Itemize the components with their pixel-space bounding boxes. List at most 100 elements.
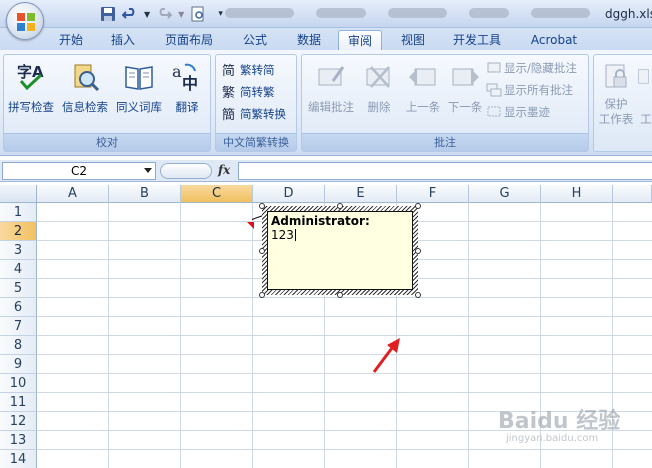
next-comment-button[interactable]: 下一条 (438, 59, 492, 119)
tab-home[interactable]: 开始 (52, 30, 90, 50)
resize-handle-right[interactable] (415, 248, 421, 254)
formula-input[interactable] (238, 162, 652, 180)
row-header-5[interactable]: 5 (0, 279, 37, 298)
comment-box[interactable]: Administrator: 123 (267, 211, 413, 290)
column-header-partial[interactable] (613, 185, 652, 203)
convert-icon: 簡 (222, 108, 235, 122)
column-header-e[interactable]: E (325, 185, 397, 203)
show-all-comments-icon (486, 83, 502, 97)
row-header-12[interactable]: 12 (0, 412, 37, 431)
tab-data[interactable]: 数据 (290, 30, 328, 50)
column-header-d[interactable]: D (253, 185, 325, 203)
print-preview-icon[interactable] (190, 6, 206, 22)
protect-workbook-button[interactable]: 工 (636, 59, 652, 126)
protect-label-line1: 保护 (604, 97, 628, 111)
svg-text:簡: 簡 (222, 108, 235, 122)
row-header-14[interactable]: 14 (0, 450, 37, 468)
blurred-window-tabs (225, 8, 591, 18)
quick-access-toolbar: ▼ ▼ ▾ (50, 5, 223, 23)
resize-handle-left[interactable] (259, 248, 265, 254)
edit-comment-icon (318, 66, 345, 86)
comment-text[interactable]: 123 (271, 228, 294, 242)
tab-insert[interactable]: 插入 (104, 30, 142, 50)
row-header-7[interactable]: 7 (0, 317, 37, 336)
redo-icon[interactable] (156, 6, 173, 22)
resize-handle-bottom[interactable] (337, 292, 343, 298)
simplified-to-traditional-button[interactable]: 繁 简转繁 (222, 83, 275, 101)
protect-sheet-button[interactable]: 保护 工作表 (594, 59, 638, 126)
show-ink-button[interactable]: 显示墨迹 (486, 103, 550, 121)
row-header-8[interactable]: 8 (0, 336, 37, 355)
resize-handle-bottom-left[interactable] (259, 292, 265, 298)
column-header-b[interactable]: B (109, 185, 181, 203)
resize-handle-top[interactable] (337, 203, 343, 209)
customize-qat-icon[interactable]: ▾ (218, 9, 223, 19)
office-button[interactable] (6, 2, 44, 40)
tab-review[interactable]: 审阅 (338, 30, 382, 50)
row-header-11[interactable]: 11 (0, 393, 37, 412)
grid-hline (37, 316, 652, 317)
tab-acrobat[interactable]: Acrobat (524, 30, 584, 50)
changes-group: 保护 工作表 工 (593, 54, 652, 152)
protect-workbook-icon (638, 69, 649, 84)
translate-icon: a 中 (172, 62, 198, 93)
delete-comment-icon (366, 66, 390, 88)
resize-handle-bottom-right[interactable] (415, 292, 421, 298)
research-icon (74, 64, 100, 92)
edit-comment-button[interactable]: 编辑批注 (304, 59, 358, 119)
text-caret (294, 229, 296, 241)
redo-dropdown-icon[interactable]: ▼ (178, 10, 184, 19)
row-header-6[interactable]: 6 (0, 298, 37, 317)
name-box[interactable]: C2 (2, 162, 156, 180)
undo-dropdown-icon[interactable]: ▼ (144, 10, 150, 19)
protect-label-line2: 工作表 (598, 112, 634, 126)
comments-group-label: 批注 (302, 133, 588, 151)
title-bar: ▼ ▼ ▾ dggh.xlsx (0, 0, 652, 28)
svg-text:中: 中 (182, 74, 198, 93)
spell-check-icon: 字A (17, 63, 44, 91)
resize-handle-top-left[interactable] (259, 203, 265, 209)
proofing-group: 字A 拼写检查 信息检索 同义词库 a 中 翻译 校对 (3, 54, 211, 152)
column-header-c[interactable]: C (181, 185, 253, 203)
column-header-a[interactable]: A (37, 185, 109, 203)
simplified-to-traditional-icon: 繁 (222, 85, 235, 100)
ribbon-tabs: 开始 插入 页面布局 公式 数据 审阅 视图 开发工具 Acrobat (0, 28, 652, 50)
tab-page-layout[interactable]: 页面布局 (160, 30, 218, 50)
thesaurus-button[interactable]: 同义词库 (112, 59, 166, 119)
row-header-4[interactable]: 4 (0, 260, 37, 279)
column-header-f[interactable]: F (397, 185, 469, 203)
traditional-to-simplified-button[interactable]: 简 繁转简 (222, 61, 275, 79)
chinese-conversion-group-label: 中文简繁转换 (216, 133, 296, 151)
office-logo-icon (17, 13, 35, 31)
tab-formulas[interactable]: 公式 (236, 30, 274, 50)
tab-developer[interactable]: 开发工具 (446, 30, 508, 50)
select-all-corner[interactable] (0, 185, 37, 203)
spell-check-button[interactable]: 字A 拼写检查 (4, 59, 58, 119)
grid-hline (37, 392, 652, 393)
column-header-h[interactable]: H (541, 185, 613, 203)
name-box-dropdown-icon[interactable] (144, 168, 152, 173)
column-header-g[interactable]: G (469, 185, 541, 203)
row-header-1[interactable]: 1 (0, 203, 37, 222)
convert-button[interactable]: 簡 简繁转换 (222, 105, 286, 123)
row-header-10[interactable]: 10 (0, 374, 37, 393)
ribbon: 字A 拼写检查 信息检索 同义词库 a 中 翻译 校对 简 繁转简 繁 简转繁 … (0, 50, 652, 156)
research-button[interactable]: 信息检索 (58, 59, 112, 119)
insert-function-icon[interactable]: fx (218, 163, 230, 177)
row-header-2[interactable]: 2 (0, 222, 37, 241)
row-header-13[interactable]: 13 (0, 431, 37, 450)
comment-author: Administrator: (271, 214, 370, 228)
translate-button[interactable]: a 中 翻译 (160, 59, 214, 119)
thesaurus-icon (125, 66, 153, 90)
show-all-comments-button[interactable]: 显示所有批注 (486, 81, 573, 99)
svg-text:字A: 字A (17, 63, 44, 81)
show-hide-comment-button[interactable]: 显示/隐藏批注 (486, 59, 577, 77)
undo-icon[interactable] (122, 6, 138, 22)
resize-handle-top-right[interactable] (415, 203, 421, 209)
previous-comment-icon (409, 68, 436, 86)
save-icon[interactable] (100, 6, 116, 22)
row-header-3[interactable]: 3 (0, 241, 37, 260)
row-header-9[interactable]: 9 (0, 355, 37, 374)
tab-view[interactable]: 视图 (394, 30, 432, 50)
formula-splitter-handle[interactable] (160, 163, 212, 179)
